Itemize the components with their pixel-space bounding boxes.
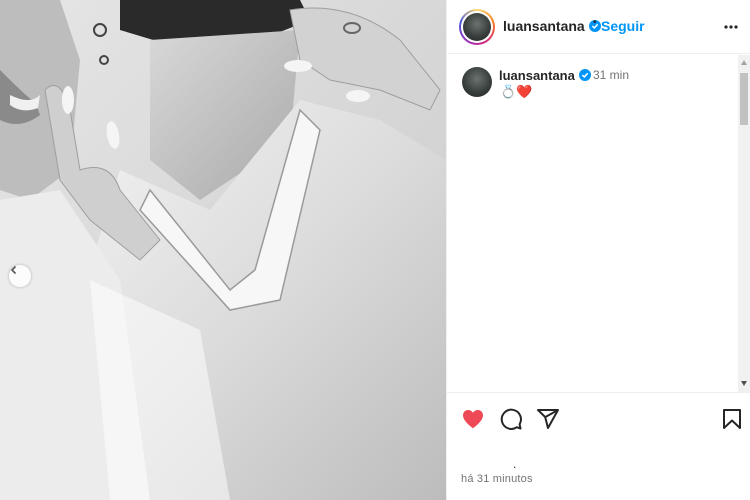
post-photo[interactable]	[0, 0, 446, 500]
chevron-left-icon	[10, 265, 17, 275]
likes-count[interactable]: .	[513, 457, 516, 471]
caption-username[interactable]: luansantana	[499, 68, 591, 83]
comments-section: luansantana 31 min 💍❤️	[447, 55, 739, 392]
carousel-prev-button[interactable]	[9, 265, 31, 287]
comments-scrollbar[interactable]	[738, 55, 750, 392]
comment-icon[interactable]	[499, 407, 523, 431]
header-username[interactable]: luansantana	[503, 18, 601, 34]
follow-button[interactable]: Seguir	[601, 18, 645, 34]
heart-filled-icon[interactable]	[461, 407, 485, 431]
bookmark-icon[interactable]	[720, 407, 744, 431]
scroll-thumb[interactable]	[740, 73, 748, 125]
photo-illustration	[0, 0, 446, 500]
scroll-up-arrow[interactable]	[741, 60, 747, 65]
story-ring[interactable]	[459, 9, 495, 45]
more-options-icon[interactable]	[723, 19, 739, 35]
separator-dot: •	[593, 17, 597, 28]
post-side-panel: luansantana • Seguir luansantana 31 min …	[446, 0, 750, 500]
scroll-down-arrow[interactable]	[741, 381, 747, 386]
avatar	[463, 13, 491, 41]
share-icon[interactable]	[536, 407, 560, 431]
caption-avatar[interactable]	[462, 67, 492, 97]
post-actions: . há 31 minutos	[447, 392, 750, 500]
post-timestamp[interactable]: há 31 minutos	[461, 473, 533, 485]
verified-badge-icon	[578, 69, 591, 81]
post-header: luansantana • Seguir	[447, 0, 750, 54]
caption-time[interactable]: 31 min	[593, 68, 629, 82]
caption-text: 💍❤️	[500, 84, 533, 99]
